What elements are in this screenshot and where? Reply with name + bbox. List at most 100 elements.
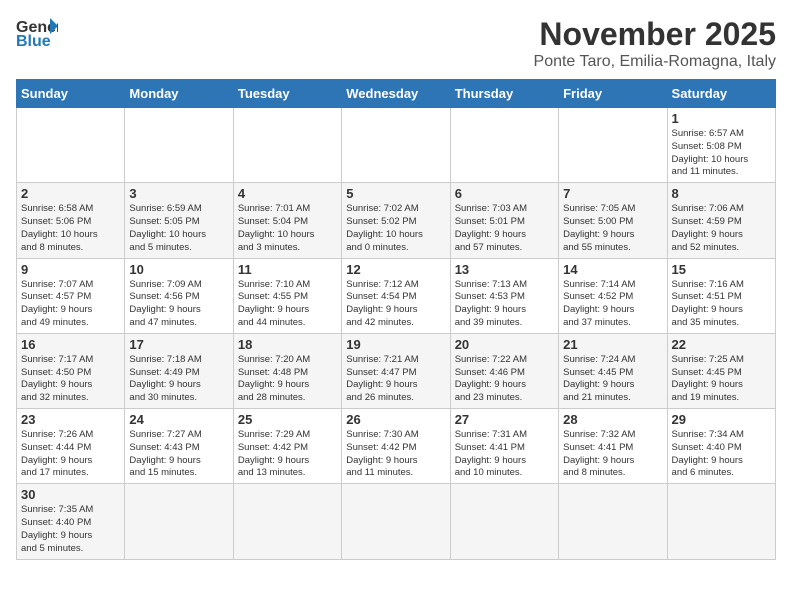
calendar-cell: 3 Sunrise: 6:59 AM Sunset: 5:05 PM Daylig… xyxy=(125,183,233,258)
calendar-cell xyxy=(559,484,667,559)
day-info: Sunrise: 6:57 AM Sunset: 5:08 PM Dayligh… xyxy=(672,128,771,179)
calendar-table: SundayMondayTuesdayWednesdayThursdayFrid… xyxy=(16,79,776,560)
calendar-cell xyxy=(233,484,341,559)
day-number: 1 xyxy=(672,111,771,126)
day-info: Sunrise: 7:17 AM Sunset: 4:50 PM Dayligh… xyxy=(21,354,120,405)
day-number: 11 xyxy=(238,262,337,277)
weekday-saturday: Saturday xyxy=(667,80,775,108)
calendar-cell xyxy=(450,484,558,559)
calendar-cell: 15 Sunrise: 7:16 AM Sunset: 4:51 PM Dayli… xyxy=(667,258,775,333)
calendar-week-4: 16 Sunrise: 7:17 AM Sunset: 4:50 PM Dayli… xyxy=(17,333,776,408)
calendar-cell: 29 Sunrise: 7:34 AM Sunset: 4:40 PM Dayli… xyxy=(667,409,775,484)
day-number: 13 xyxy=(455,262,554,277)
calendar-cell xyxy=(17,108,125,183)
day-number: 2 xyxy=(21,186,120,201)
day-info: Sunrise: 7:09 AM Sunset: 4:56 PM Dayligh… xyxy=(129,279,228,330)
calendar-cell: 10 Sunrise: 7:09 AM Sunset: 4:56 PM Dayli… xyxy=(125,258,233,333)
day-number: 16 xyxy=(21,337,120,352)
day-number: 26 xyxy=(346,412,445,427)
day-number: 6 xyxy=(455,186,554,201)
day-info: Sunrise: 7:05 AM Sunset: 5:00 PM Dayligh… xyxy=(563,203,662,254)
calendar-cell: 28Sunrise: 7:32 AM Sunset: 4:41 PM Dayli… xyxy=(559,409,667,484)
calendar-cell: 20 Sunrise: 7:22 AM Sunset: 4:46 PM Dayli… xyxy=(450,333,558,408)
calendar-cell: 6Sunrise: 7:03 AM Sunset: 5:01 PM Daylig… xyxy=(450,183,558,258)
day-number: 4 xyxy=(238,186,337,201)
calendar-week-2: 2 Sunrise: 6:58 AM Sunset: 5:06 PM Daylig… xyxy=(17,183,776,258)
calendar-cell: 26Sunrise: 7:30 AM Sunset: 4:42 PM Dayli… xyxy=(342,409,450,484)
calendar-cell xyxy=(450,108,558,183)
calendar-cell: 14 Sunrise: 7:14 AM Sunset: 4:52 PM Dayli… xyxy=(559,258,667,333)
calendar-week-5: 23Sunrise: 7:26 AM Sunset: 4:44 PM Dayli… xyxy=(17,409,776,484)
calendar-cell: 19 Sunrise: 7:21 AM Sunset: 4:47 PM Dayli… xyxy=(342,333,450,408)
calendar-cell: 11 Sunrise: 7:10 AM Sunset: 4:55 PM Dayli… xyxy=(233,258,341,333)
calendar-cell xyxy=(125,484,233,559)
calendar-week-3: 9 Sunrise: 7:07 AM Sunset: 4:57 PM Daylig… xyxy=(17,258,776,333)
day-number: 8 xyxy=(672,186,771,201)
day-info: Sunrise: 7:22 AM Sunset: 4:46 PM Dayligh… xyxy=(455,354,554,405)
day-number: 29 xyxy=(672,412,771,427)
calendar-cell: 24Sunrise: 7:27 AM Sunset: 4:43 PM Dayli… xyxy=(125,409,233,484)
calendar-cell: 5 Sunrise: 7:02 AM Sunset: 5:02 PM Daylig… xyxy=(342,183,450,258)
calendar-cell: 16 Sunrise: 7:17 AM Sunset: 4:50 PM Dayli… xyxy=(17,333,125,408)
day-number: 19 xyxy=(346,337,445,352)
day-number: 22 xyxy=(672,337,771,352)
weekday-sunday: Sunday xyxy=(17,80,125,108)
calendar-cell: 12Sunrise: 7:12 AM Sunset: 4:54 PM Dayli… xyxy=(342,258,450,333)
day-number: 12 xyxy=(346,262,445,277)
day-info: Sunrise: 7:06 AM Sunset: 4:59 PM Dayligh… xyxy=(672,203,771,254)
day-number: 20 xyxy=(455,337,554,352)
day-info: Sunrise: 7:10 AM Sunset: 4:55 PM Dayligh… xyxy=(238,279,337,330)
calendar-cell xyxy=(559,108,667,183)
title-block: November 2025 Ponte Taro, Emilia-Romagna… xyxy=(534,16,776,71)
calendar-cell xyxy=(125,108,233,183)
day-info: Sunrise: 7:34 AM Sunset: 4:40 PM Dayligh… xyxy=(672,429,771,480)
header: General Blue November 2025 Ponte Taro, E… xyxy=(16,16,776,71)
day-number: 10 xyxy=(129,262,228,277)
day-number: 14 xyxy=(563,262,662,277)
calendar-cell xyxy=(342,108,450,183)
calendar-cell: 8 Sunrise: 7:06 AM Sunset: 4:59 PM Daylig… xyxy=(667,183,775,258)
day-number: 3 xyxy=(129,186,228,201)
day-info: Sunrise: 7:32 AM Sunset: 4:41 PM Dayligh… xyxy=(563,429,662,480)
calendar-cell: 23Sunrise: 7:26 AM Sunset: 4:44 PM Dayli… xyxy=(17,409,125,484)
day-info: Sunrise: 7:02 AM Sunset: 5:02 PM Dayligh… xyxy=(346,203,445,254)
weekday-thursday: Thursday xyxy=(450,80,558,108)
day-number: 7 xyxy=(563,186,662,201)
day-number: 25 xyxy=(238,412,337,427)
logo: General Blue xyxy=(16,16,58,52)
calendar-cell: 27Sunrise: 7:31 AM Sunset: 4:41 PM Dayli… xyxy=(450,409,558,484)
day-info: Sunrise: 7:01 AM Sunset: 5:04 PM Dayligh… xyxy=(238,203,337,254)
calendar-subtitle: Ponte Taro, Emilia-Romagna, Italy xyxy=(534,53,776,71)
day-info: Sunrise: 7:20 AM Sunset: 4:48 PM Dayligh… xyxy=(238,354,337,405)
day-info: Sunrise: 7:21 AM Sunset: 4:47 PM Dayligh… xyxy=(346,354,445,405)
calendar-cell: 22Sunrise: 7:25 AM Sunset: 4:45 PM Dayli… xyxy=(667,333,775,408)
calendar-cell xyxy=(233,108,341,183)
day-info: Sunrise: 7:29 AM Sunset: 4:42 PM Dayligh… xyxy=(238,429,337,480)
calendar-cell: 30Sunrise: 7:35 AM Sunset: 4:40 PM Dayli… xyxy=(17,484,125,559)
day-number: 27 xyxy=(455,412,554,427)
day-info: Sunrise: 7:13 AM Sunset: 4:53 PM Dayligh… xyxy=(455,279,554,330)
calendar-cell: 2 Sunrise: 6:58 AM Sunset: 5:06 PM Daylig… xyxy=(17,183,125,258)
calendar-cell: 9 Sunrise: 7:07 AM Sunset: 4:57 PM Daylig… xyxy=(17,258,125,333)
day-info: Sunrise: 6:58 AM Sunset: 5:06 PM Dayligh… xyxy=(21,203,120,254)
weekday-monday: Monday xyxy=(125,80,233,108)
day-info: Sunrise: 7:16 AM Sunset: 4:51 PM Dayligh… xyxy=(672,279,771,330)
day-number: 15 xyxy=(672,262,771,277)
day-info: Sunrise: 7:27 AM Sunset: 4:43 PM Dayligh… xyxy=(129,429,228,480)
calendar-cell xyxy=(342,484,450,559)
weekday-tuesday: Tuesday xyxy=(233,80,341,108)
weekday-friday: Friday xyxy=(559,80,667,108)
day-info: Sunrise: 7:24 AM Sunset: 4:45 PM Dayligh… xyxy=(563,354,662,405)
calendar-cell: 21Sunrise: 7:24 AM Sunset: 4:45 PM Dayli… xyxy=(559,333,667,408)
day-info: Sunrise: 6:59 AM Sunset: 5:05 PM Dayligh… xyxy=(129,203,228,254)
day-number: 5 xyxy=(346,186,445,201)
day-number: 18 xyxy=(238,337,337,352)
day-info: Sunrise: 7:07 AM Sunset: 4:57 PM Dayligh… xyxy=(21,279,120,330)
svg-text:Blue: Blue xyxy=(16,33,51,50)
day-number: 17 xyxy=(129,337,228,352)
day-number: 23 xyxy=(21,412,120,427)
calendar-cell: 17Sunrise: 7:18 AM Sunset: 4:49 PM Dayli… xyxy=(125,333,233,408)
day-number: 9 xyxy=(21,262,120,277)
day-info: Sunrise: 7:14 AM Sunset: 4:52 PM Dayligh… xyxy=(563,279,662,330)
calendar-cell: 7 Sunrise: 7:05 AM Sunset: 5:00 PM Daylig… xyxy=(559,183,667,258)
